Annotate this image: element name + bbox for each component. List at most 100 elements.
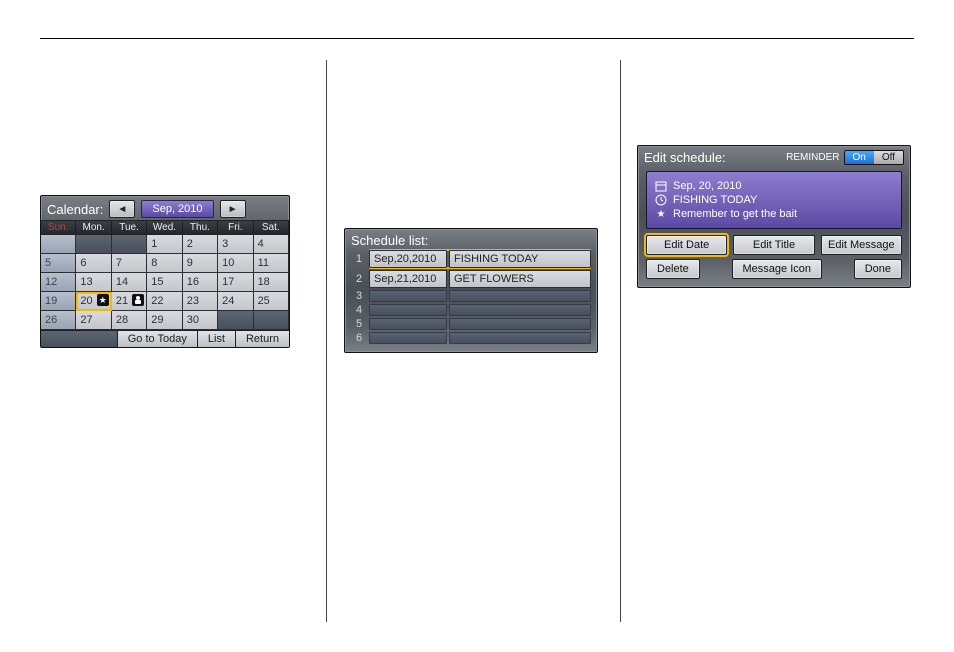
calendar-cell[interactable]: 8 [147, 254, 182, 273]
prev-month-button[interactable]: ◄ [109, 200, 135, 218]
star-icon: ★ [97, 294, 109, 306]
day-number: 15 [151, 276, 163, 288]
dow-label: Fri. [218, 221, 253, 234]
edit-message-value: Remember to get the bait [673, 208, 797, 220]
calendar-cell[interactable]: 25 [254, 292, 289, 311]
dow-label: Thu. [183, 221, 218, 234]
day-number: 21 [116, 295, 128, 307]
calendar-dow-header: Sun.Mon.Tue.Wed.Thu.Fri.Sat. [41, 220, 289, 235]
reminder-off[interactable]: Off [874, 151, 903, 164]
calendar-cell[interactable]: 28 [112, 311, 147, 330]
day-number: 3 [222, 238, 228, 250]
calendar-cell[interactable]: 17 [218, 273, 253, 292]
day-number: 22 [151, 295, 163, 307]
return-button[interactable]: Return [235, 331, 289, 347]
calendar-cell[interactable]: 2 [183, 235, 218, 254]
day-number: 14 [116, 276, 128, 288]
calendar-icon [655, 180, 667, 192]
dow-label: Sat. [254, 221, 289, 234]
row-date [369, 304, 447, 316]
row-date [369, 318, 447, 330]
day-number: 6 [80, 257, 86, 269]
day-number: 30 [187, 314, 199, 326]
calendar-cell[interactable]: 29 [147, 311, 182, 330]
calendar-panel: Calendar: ◄ Sep, 2010 ► Sun.Mon.Tue.Wed.… [40, 195, 290, 348]
day-number: 7 [116, 257, 122, 269]
calendar-cell[interactable]: 12 [41, 273, 76, 292]
calendar-cell[interactable]: 7 [112, 254, 147, 273]
calendar-cell[interactable]: 3 [218, 235, 253, 254]
dow-label: Tue. [112, 221, 147, 234]
day-number: 24 [222, 295, 234, 307]
reminder-on[interactable]: On [845, 151, 874, 164]
calendar-cell[interactable]: 26 [41, 311, 76, 330]
day-number: 10 [222, 257, 234, 269]
edit-date-button[interactable]: Edit Date [646, 235, 727, 255]
footer-spacer [41, 331, 117, 347]
day-number: 9 [187, 257, 193, 269]
calendar-cell[interactable]: 16 [183, 273, 218, 292]
reminder-label: REMINDER [786, 152, 839, 163]
row-task: GET FLOWERS [449, 270, 591, 288]
calendar-cell[interactable]: 22 [147, 292, 182, 311]
calendar-cell[interactable]: 23 [183, 292, 218, 311]
calendar-cell[interactable]: 21 [112, 292, 147, 311]
calendar-cell[interactable]: 5 [41, 254, 76, 273]
schedule-row: 6 [351, 332, 591, 344]
triangle-right-icon: ► [228, 204, 238, 215]
calendar-cell[interactable]: 15 [147, 273, 182, 292]
calendar-cell[interactable]: 11 [254, 254, 289, 273]
edit-title-button[interactable]: Edit Title [733, 235, 814, 255]
calendar-cell[interactable]: 4 [254, 235, 289, 254]
month-label[interactable]: Sep, 2010 [141, 200, 213, 218]
calendar-cell[interactable]: 1 [147, 235, 182, 254]
row-number: 6 [351, 332, 367, 344]
calendar-cell[interactable]: 13 [76, 273, 111, 292]
row-date [369, 332, 447, 344]
calendar-title: Calendar: [47, 202, 103, 217]
calendar-cell [218, 311, 253, 330]
row-task: FISHING TODAY [449, 250, 591, 268]
schedule-list-rows: 1Sep,20,2010FISHING TODAY 2Sep,21,2010GET… [345, 250, 597, 352]
go-to-today-button[interactable]: Go to Today [117, 331, 197, 347]
done-button[interactable]: Done [854, 259, 902, 279]
triangle-left-icon: ◄ [117, 204, 127, 215]
calendar-grid: 1234567891011121314151617181920★21222324… [41, 235, 289, 330]
schedule-row: 4 [351, 304, 591, 316]
edit-message-button[interactable]: Edit Message [821, 235, 902, 255]
day-number: 20 [80, 295, 92, 307]
row-number: 4 [351, 304, 367, 316]
schedule-row[interactable]: 1Sep,20,2010FISHING TODAY [351, 250, 591, 268]
reminder-toggle[interactable]: On Off [844, 150, 905, 165]
dow-label: Wed. [147, 221, 182, 234]
row-number: 2 [351, 270, 367, 288]
day-number: 8 [151, 257, 157, 269]
dow-label: Mon. [76, 221, 111, 234]
clock-icon [655, 194, 667, 206]
row-number: 3 [351, 290, 367, 302]
schedule-row[interactable]: 2Sep,21,2010GET FLOWERS [351, 270, 591, 288]
calendar-cell[interactable]: 18 [254, 273, 289, 292]
calendar-cell[interactable]: 6 [76, 254, 111, 273]
calendar-cell[interactable]: 14 [112, 273, 147, 292]
row-number: 5 [351, 318, 367, 330]
row-date: Sep,20,2010 [369, 250, 447, 268]
delete-button[interactable]: Delete [646, 259, 700, 279]
calendar-cell[interactable]: 24 [218, 292, 253, 311]
message-icon-button[interactable]: Message Icon [732, 259, 822, 279]
next-month-button[interactable]: ► [220, 200, 246, 218]
calendar-cell[interactable]: 19 [41, 292, 76, 311]
row-number: 1 [351, 250, 367, 268]
day-number: 4 [258, 238, 264, 250]
row-task [449, 304, 591, 316]
calendar-cell[interactable]: 10 [218, 254, 253, 273]
star-icon: ★ [655, 208, 667, 220]
calendar-cell [112, 235, 147, 254]
row-task [449, 332, 591, 344]
calendar-cell[interactable]: 30 [183, 311, 218, 330]
calendar-cell[interactable]: 27 [76, 311, 111, 330]
calendar-cell[interactable]: 9 [183, 254, 218, 273]
calendar-cell[interactable]: 20 ★ [76, 292, 111, 311]
list-button[interactable]: List [197, 331, 235, 347]
dow-label: Sun. [41, 221, 76, 234]
